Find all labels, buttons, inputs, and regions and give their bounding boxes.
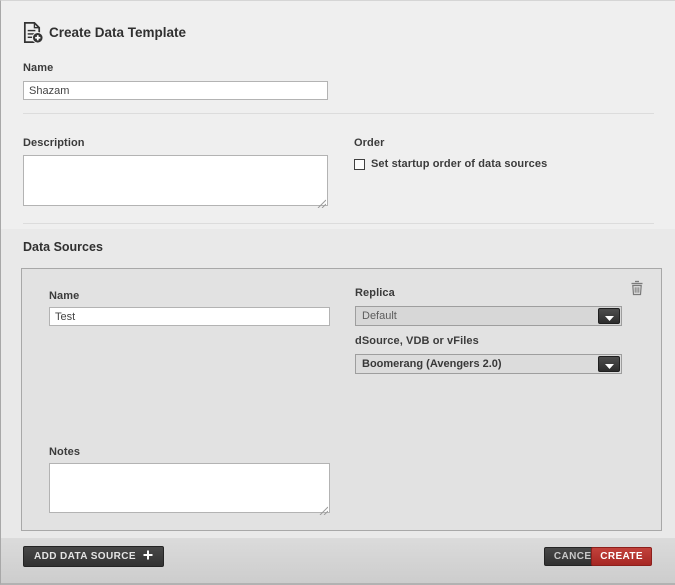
footer-bar: ADD DATA SOURCE CANCEL CREATE xyxy=(1,538,675,585)
name-label: Name xyxy=(23,62,53,74)
replica-select-button[interactable] xyxy=(598,308,620,324)
dsource-select-value: Boomerang (Avengers 2.0) xyxy=(362,358,502,370)
dsource-select-button[interactable] xyxy=(598,356,620,372)
create-data-template-dialog: Create Data Template Name Description Or… xyxy=(0,0,675,585)
description-label: Description xyxy=(23,137,85,149)
source-name-label: Name xyxy=(49,290,79,302)
data-sources-heading: Data Sources xyxy=(23,240,103,254)
resize-handle-icon[interactable] xyxy=(319,502,328,511)
notes-textarea[interactable] xyxy=(49,463,330,513)
divider xyxy=(23,223,654,224)
dsource-label: dSource, VDB or vFiles xyxy=(355,335,479,347)
order-label: Order xyxy=(354,137,384,149)
name-input[interactable] xyxy=(23,81,328,100)
notes-label: Notes xyxy=(49,446,80,458)
startup-order-checkbox-row[interactable]: Set startup order of data sources xyxy=(354,158,547,170)
dsource-select[interactable]: Boomerang (Avengers 2.0) xyxy=(355,354,622,374)
page-title: Create Data Template xyxy=(49,25,186,40)
document-add-icon xyxy=(21,21,44,44)
description-textarea-wrap xyxy=(23,155,328,206)
replica-label: Replica xyxy=(355,287,395,299)
notes-textarea-wrap xyxy=(49,463,330,513)
data-source-card: Name Replica Default dSource, VDB or vFi… xyxy=(21,268,662,531)
startup-order-checkbox-label: Set startup order of data sources xyxy=(371,158,547,170)
chevron-down-icon xyxy=(605,309,614,324)
replica-select-value: Default xyxy=(362,310,397,322)
add-data-source-label: ADD DATA SOURCE xyxy=(34,551,136,562)
plus-icon xyxy=(143,550,153,563)
create-button[interactable]: CREATE xyxy=(591,547,652,566)
chevron-down-icon xyxy=(605,357,614,372)
trash-icon xyxy=(630,284,644,299)
resize-handle-icon[interactable] xyxy=(317,195,326,204)
startup-order-checkbox[interactable] xyxy=(354,159,365,170)
add-data-source-button[interactable]: ADD DATA SOURCE xyxy=(23,546,164,567)
replica-select[interactable]: Default xyxy=(355,306,622,326)
divider xyxy=(23,113,654,114)
source-name-input[interactable] xyxy=(49,307,330,326)
description-textarea[interactable] xyxy=(23,155,328,206)
delete-data-source-button[interactable] xyxy=(629,280,645,298)
